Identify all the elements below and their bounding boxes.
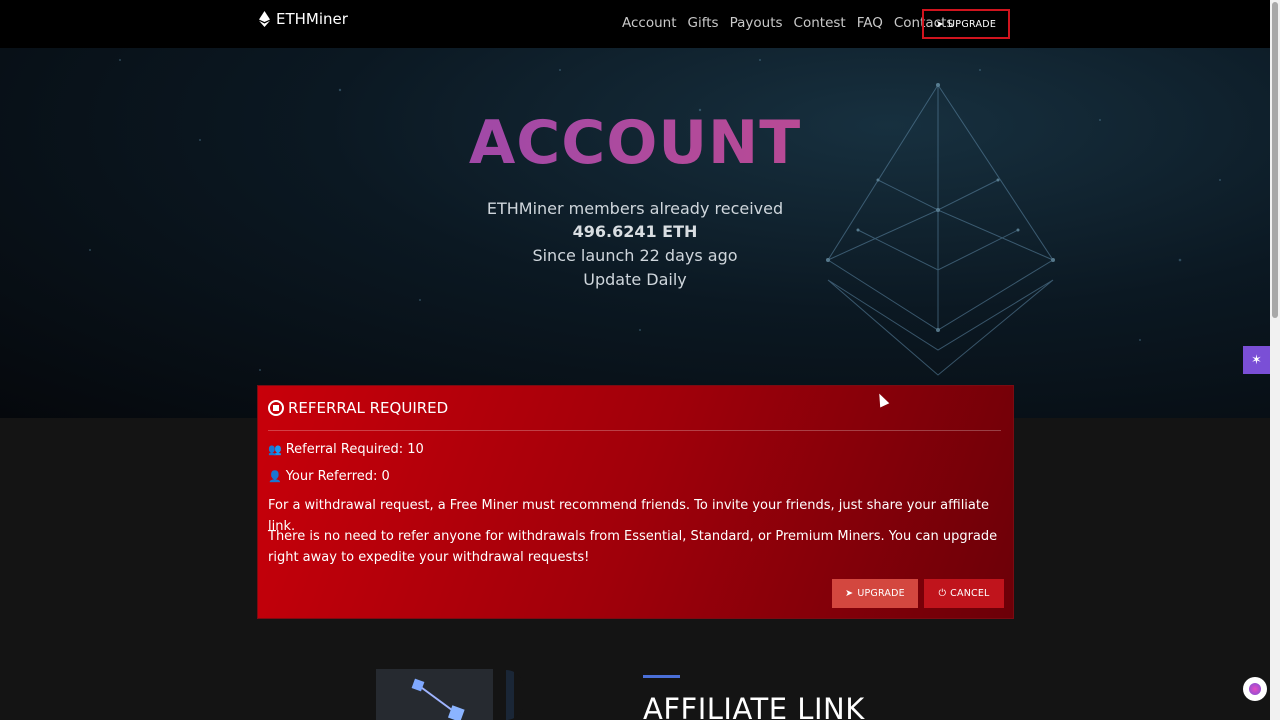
decorative-arc [506, 670, 524, 720]
brand-name: ETHMiner [276, 10, 348, 28]
navbar: ETHMiner Account Gifts Payouts Contest F… [0, 0, 1270, 48]
launch-info: Since launch 22 days ago [532, 246, 738, 265]
modal-upgrade-label: UPGRADE [857, 588, 905, 599]
ethereum-icon [259, 11, 270, 27]
nav-upgrade-button[interactable]: ➤ UPGRADE [922, 9, 1010, 39]
nav-upgrade-label: UPGRADE [948, 18, 997, 30]
referral-required-text: Referral Required: 10 [285, 442, 424, 457]
modal-divider [268, 430, 1001, 431]
modal-title: REFERRAL REQUIRED [288, 399, 449, 417]
scrollbar-thumb[interactable] [1272, 2, 1278, 318]
nav-faq[interactable]: FAQ [857, 15, 883, 31]
referral-required-modal: REFERRAL REQUIRED 👥 Referral Required: 1… [257, 385, 1014, 619]
total-received-amount: 496.6241 ETH [572, 222, 698, 241]
power-icon: ⏻ [938, 588, 947, 599]
your-referred-text: Your Referred: 0 [285, 469, 390, 484]
sparkle-icon[interactable]: ✶ [1243, 346, 1270, 374]
hero-subtitle: ETHMiner members already received [486, 199, 784, 218]
chat-widget-icon [1249, 683, 1261, 695]
rocket-icon: ➤ [935, 18, 945, 30]
affiliate-illustration [376, 669, 493, 720]
nav-account[interactable]: Account [622, 15, 677, 31]
nav-gifts[interactable]: Gifts [688, 15, 719, 31]
network-nodes-icon [411, 678, 465, 720]
page-title: ACCOUNT [0, 108, 1270, 178]
section-accent-bar [643, 675, 680, 678]
modal-upgrade-button[interactable]: ➤ UPGRADE [832, 579, 918, 608]
affiliate-link-heading: AFFILIATE LINK [643, 692, 865, 720]
modal-cancel-button[interactable]: ⏻ CANCEL [924, 579, 1004, 608]
stop-circle-icon [268, 400, 284, 416]
chat-widget-button[interactable] [1243, 677, 1267, 701]
hero-banner: ACCOUNT ETHMiner members already receive… [0, 0, 1270, 418]
modal-header: REFERRAL REQUIRED [268, 399, 448, 417]
update-info: Update Daily [583, 270, 687, 289]
main-nav: Account Gifts Payouts Contest FAQ Contac… [622, 15, 964, 31]
referral-required-row: 👥 Referral Required: 10 [268, 442, 424, 457]
rocket-icon: ➤ [845, 588, 854, 599]
nav-payouts[interactable]: Payouts [730, 15, 783, 31]
users-icon: 👥 [268, 443, 282, 456]
brand-logo[interactable]: ETHMiner [259, 10, 348, 28]
user-check-icon: 👤 [268, 470, 282, 483]
modal-cancel-label: CANCEL [950, 588, 990, 599]
your-referred-row: 👤 Your Referred: 0 [268, 469, 390, 484]
modal-paragraph-upgrade: There is no need to refer anyone for wit… [268, 529, 998, 565]
nav-contest[interactable]: Contest [794, 15, 846, 31]
